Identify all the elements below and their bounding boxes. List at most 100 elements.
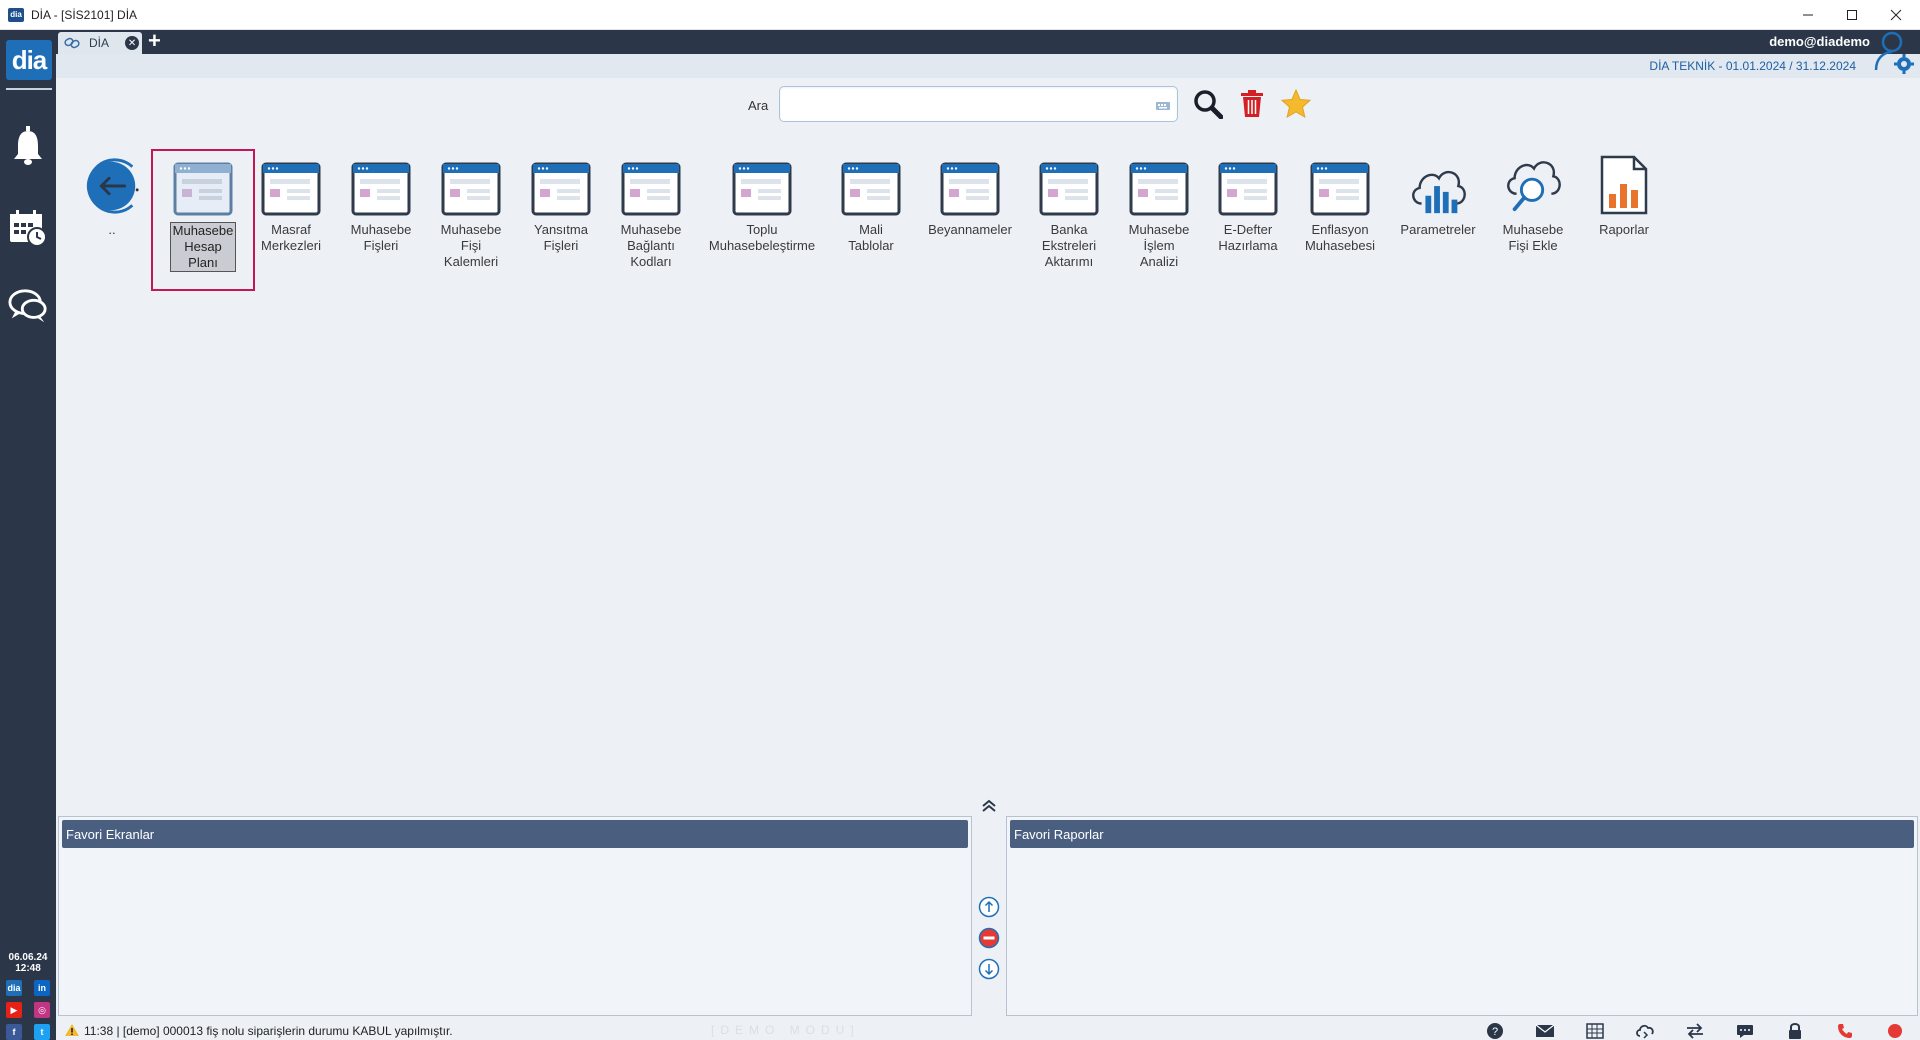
label-line-3: Aktarımı: [1044, 254, 1094, 269]
module-muhasebe-fisi-ekle[interactable]: Muhasebe Fişi Ekle: [1496, 156, 1570, 254]
add-tab-icon[interactable]: +: [148, 30, 161, 52]
label-line-1: Muhasebe: [350, 222, 412, 237]
window-titlebar: dia DİA - [SİS2101] DİA: [0, 0, 1920, 30]
label-line-3: Analizi: [1139, 254, 1179, 269]
module-label: Mali Tablolar: [836, 222, 906, 254]
cloud-sync-icon[interactable]: [1634, 1022, 1656, 1040]
collapse-up-icon[interactable]: [980, 798, 998, 812]
search-icon[interactable]: [1192, 88, 1224, 120]
maximize-icon[interactable]: [1830, 0, 1874, 30]
module-banka-ekstreleri-aktarimi[interactable]: Banka Ekstreleri Aktarımı: [1034, 156, 1104, 270]
twitter-icon[interactable]: t: [34, 1024, 50, 1040]
mail-icon[interactable]: [1534, 1022, 1556, 1040]
search-input[interactable]: [780, 87, 1140, 121]
user-settings-icon[interactable]: [1870, 30, 1916, 74]
module-raporlar[interactable]: Raporlar: [1590, 155, 1658, 238]
module-label: Masraf Merkezleri: [256, 222, 326, 254]
window-form-icon: [531, 156, 591, 216]
window-form-icon: [1039, 156, 1099, 216]
remove-button[interactable]: [978, 927, 1000, 949]
info-bar: DİA TEKNİK - 01.01.2024 / 31.12.2024: [56, 54, 1920, 78]
youtube-icon[interactable]: ▶: [6, 1002, 22, 1018]
module-toplu-muhasebelestirme[interactable]: Toplu Muhasebeleştirme: [706, 156, 818, 254]
tab-close-icon[interactable]: ✕: [125, 36, 140, 50]
label-line-2: Fişleri: [543, 238, 579, 253]
minimize-icon[interactable]: [1786, 0, 1830, 30]
link-icon: [64, 37, 80, 49]
label-line-1: Parametreler: [1400, 222, 1476, 237]
module-muhasebe-islem-analizi[interactable]: Muhasebe İşlem Analizi: [1124, 156, 1194, 270]
label-line-2: Merkezleri: [261, 238, 321, 253]
module-label: Muhasebe İşlem Analizi: [1124, 222, 1194, 270]
window-form-icon: [1218, 156, 1278, 216]
module-enflasyon-muhasebesi[interactable]: Enflasyon Muhasebesi: [1300, 156, 1380, 254]
exchange-icon[interactable]: [1684, 1022, 1706, 1040]
chat-icon[interactable]: [8, 286, 48, 326]
window-form-icon: [1310, 156, 1370, 216]
record-status-icon[interactable]: [1884, 1022, 1906, 1040]
label-line-1: E-Defter: [1223, 222, 1273, 237]
phone-icon[interactable]: [1834, 1022, 1856, 1040]
window-form-icon: [351, 156, 411, 216]
window-title: DİA - [SİS2101] DİA: [31, 7, 138, 22]
label-line-1: Muhasebe: [172, 223, 234, 238]
window-form-icon: [841, 156, 901, 216]
panel-header: Favori Raporlar: [1010, 820, 1914, 848]
grid-layout-icon[interactable]: [1584, 1022, 1606, 1040]
dia-social-icon[interactable]: dia: [6, 980, 22, 996]
company-period[interactable]: DİA TEKNİK - 01.01.2024 / 31.12.2024: [1649, 59, 1856, 73]
window-form-icon: [261, 156, 321, 216]
trash-icon[interactable]: [1236, 88, 1268, 120]
module-yansitma-fisleri[interactable]: Yansıtma Fişleri: [526, 156, 596, 254]
label-line-1: Beyannameler: [928, 222, 1012, 237]
lock-icon[interactable]: [1784, 1022, 1806, 1040]
status-message[interactable]: 11:38 | [demo] 000013 fiş nolu siparişle…: [84, 1024, 453, 1038]
module-e-defter-hazirlama[interactable]: E-Defter Hazırlama: [1213, 156, 1283, 254]
label-line-1: Enflasyon: [1311, 222, 1369, 237]
module-mali-tablolar[interactable]: Mali Tablolar: [836, 156, 906, 254]
dia-logo[interactable]: dia: [6, 40, 52, 80]
module-label: Toplu Muhasebeleştirme: [706, 222, 818, 254]
linkedin-icon[interactable]: in: [34, 980, 50, 996]
module-parametreler[interactable]: Parametreler: [1396, 156, 1480, 238]
cloud-search-icon: [1503, 156, 1563, 216]
back-button[interactable]: ..: [80, 156, 144, 238]
label-line-2: Ekstreleri: [1041, 238, 1097, 253]
label-line-3: Planı: [188, 255, 218, 270]
module-label: Banka Ekstreleri Aktarımı: [1034, 222, 1104, 270]
label-line-1: Raporlar: [1599, 222, 1649, 237]
label-line-3: Kalemleri: [443, 254, 499, 269]
module-muhasebe-fisi-kalemleri[interactable]: Muhasebe Fişi Kalemleri: [436, 156, 506, 270]
module-label: Enflasyon Muhasebesi: [1300, 222, 1380, 254]
move-up-button[interactable]: [978, 896, 1000, 918]
sidebar-time: 12:48: [15, 963, 41, 974]
favorites-reports-panel: Favori Raporlar: [1006, 816, 1918, 1016]
back-arrow-icon: [82, 156, 142, 216]
star-favorite-icon[interactable]: [1280, 88, 1312, 120]
keyboard-icon[interactable]: [1155, 99, 1171, 111]
window-form-icon: [441, 156, 501, 216]
instagram-icon[interactable]: ◎: [34, 1002, 50, 1018]
message-icon[interactable]: [1734, 1022, 1756, 1040]
close-icon[interactable]: [1874, 0, 1918, 30]
window-form-icon: [621, 156, 681, 216]
user-email[interactable]: demo@diademo: [1769, 34, 1870, 49]
label-line-2: Bağlantı: [627, 238, 675, 253]
label-line-1: Masraf: [271, 222, 311, 237]
tab-label: DİA: [89, 36, 110, 50]
module-label: Raporlar: [1590, 222, 1658, 238]
module-label: Muhasebe Hesap Planı: [164, 222, 242, 272]
module-muhasebe-hesap-plani[interactable]: Muhasebe Hesap Planı: [164, 156, 242, 272]
calendar-clock-icon[interactable]: [8, 208, 48, 248]
module-masraf-merkezleri[interactable]: Masraf Merkezleri: [256, 156, 326, 254]
label-line-1: Toplu: [746, 222, 778, 237]
facebook-icon[interactable]: f: [6, 1024, 22, 1040]
module-beyannameler[interactable]: Beyannameler: [926, 156, 1014, 238]
bell-icon[interactable]: [8, 126, 48, 166]
move-down-button[interactable]: [978, 958, 1000, 980]
help-icon[interactable]: ?: [1484, 1022, 1506, 1040]
module-muhasebe-baglanti-kodlari[interactable]: Muhasebe Bağlantı Kodları: [616, 156, 686, 270]
tab-dia[interactable]: DİA ✕: [58, 32, 142, 54]
module-label: Muhasebe Fişleri: [346, 222, 416, 254]
module-muhasebe-fisleri[interactable]: Muhasebe Fişleri: [346, 156, 416, 254]
